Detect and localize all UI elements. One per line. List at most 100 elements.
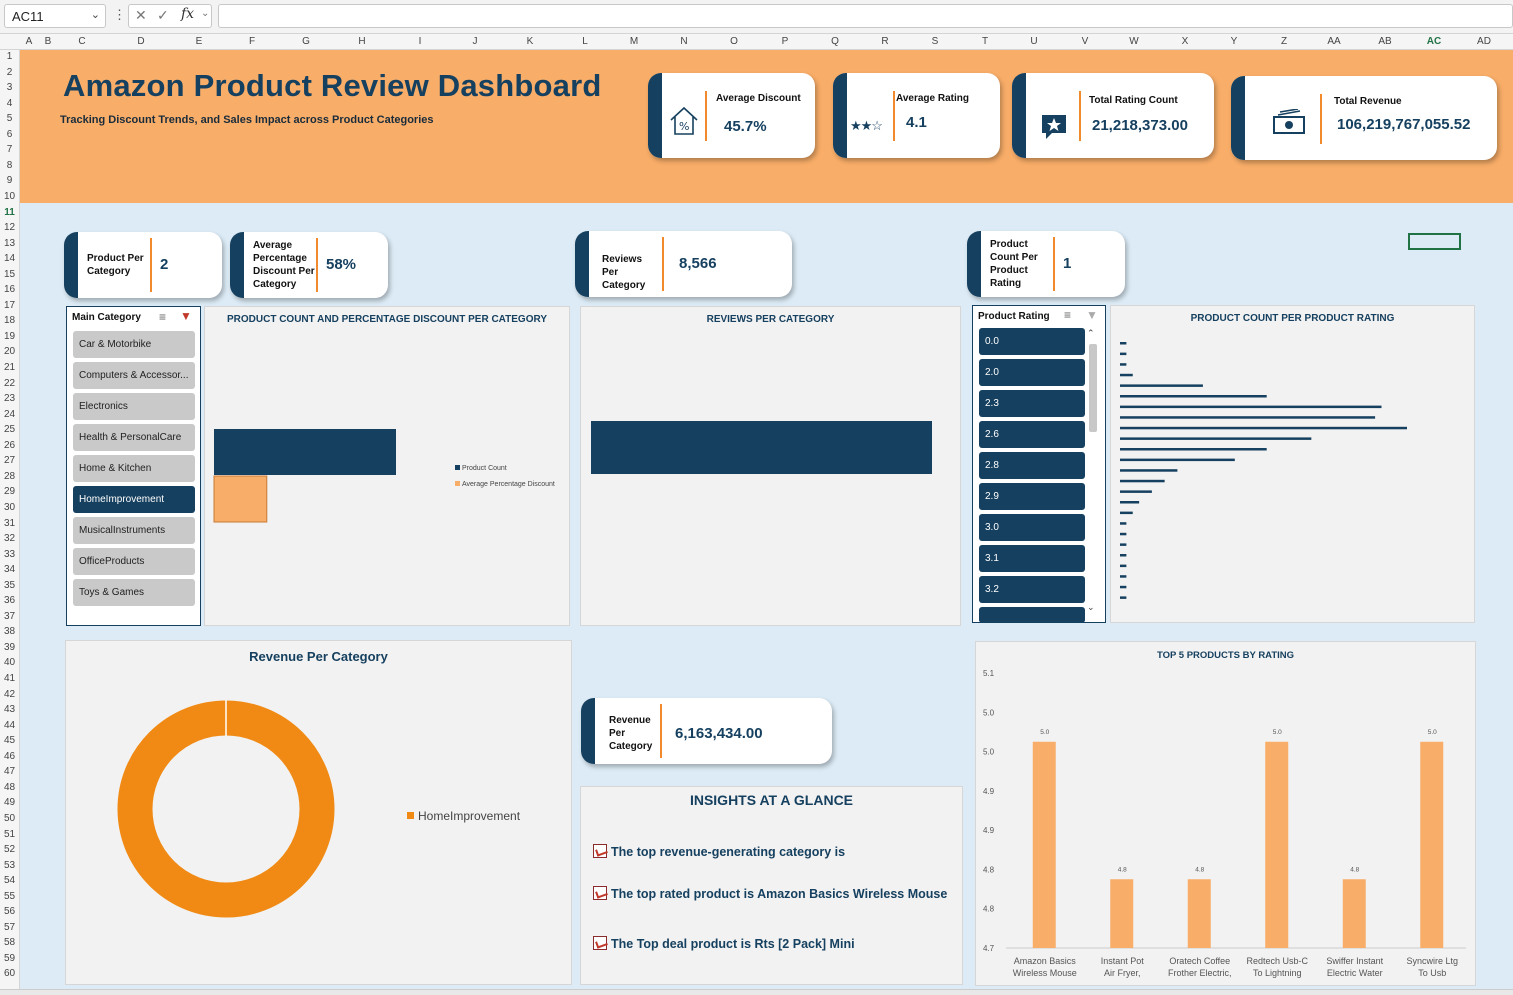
column-header[interactable]: W (1129, 36, 1138, 47)
row-header[interactable]: 33 (0, 549, 19, 560)
row-header[interactable]: 3 (0, 82, 19, 93)
row-header[interactable]: 16 (0, 284, 19, 295)
slicer-item[interactable]: 3.1 (979, 545, 1085, 572)
column-header[interactable]: AA (1327, 36, 1340, 47)
insert-function-icon[interactable]: fx (181, 6, 194, 22)
row-header[interactable]: 50 (0, 813, 19, 824)
row-header[interactable]: 52 (0, 844, 19, 855)
column-header[interactable]: M (630, 36, 638, 47)
slicer-item[interactable]: Toys & Games (73, 579, 195, 606)
slicer-item[interactable]: 0.0 (979, 328, 1085, 355)
row-header[interactable]: 21 (0, 362, 19, 373)
row-header[interactable]: 53 (0, 860, 19, 871)
row-header[interactable]: 2 (0, 67, 19, 78)
column-header[interactable]: J (473, 36, 478, 47)
slicer-item[interactable]: OfficeProducts (73, 548, 195, 575)
slicer-item[interactable]: HomeImprovement (73, 486, 195, 513)
multi-select-icon[interactable]: ≡ (159, 310, 166, 324)
column-header[interactable]: N (680, 36, 687, 47)
column-header[interactable]: K (527, 36, 534, 47)
row-header[interactable]: 40 (0, 657, 19, 668)
more-options-icon[interactable]: ⋮ (113, 7, 126, 23)
column-header[interactable]: L (582, 36, 588, 47)
row-header[interactable]: 58 (0, 937, 19, 948)
clear-filter-icon[interactable]: ▼ (180, 309, 192, 323)
formula-input[interactable] (218, 4, 1513, 28)
slicer-item[interactable]: 2.3 (979, 390, 1085, 417)
column-header[interactable]: D (137, 36, 144, 47)
row-header[interactable]: 35 (0, 580, 19, 591)
row-header[interactable]: 1 (0, 51, 19, 62)
scrollbar-thumb[interactable] (1089, 344, 1097, 432)
column-header[interactable]: B (45, 36, 52, 47)
row-header[interactable]: 17 (0, 300, 19, 311)
column-header[interactable]: U (1030, 36, 1037, 47)
row-header[interactable]: 39 (0, 642, 19, 653)
row-header[interactable]: 34 (0, 564, 19, 575)
column-header[interactable]: Q (831, 36, 839, 47)
row-header[interactable]: 4 (0, 98, 19, 109)
column-header[interactable]: G (302, 36, 310, 47)
confirm-icon[interactable]: ✓ (157, 7, 169, 24)
row-header[interactable]: 51 (0, 829, 19, 840)
slicer-item[interactable]: MusicalInstruments (73, 517, 195, 544)
column-header[interactable]: AB (1378, 36, 1391, 47)
column-header[interactable]: O (730, 36, 738, 47)
column-header[interactable]: F (249, 36, 255, 47)
scroll-up-icon[interactable]: ⌃ (1087, 328, 1095, 339)
row-header[interactable]: 48 (0, 782, 19, 793)
chevron-down-icon[interactable]: ⌄ (201, 8, 209, 19)
row-header[interactable]: 55 (0, 891, 19, 902)
column-header[interactable]: I (419, 36, 422, 47)
row-header[interactable]: 46 (0, 751, 19, 762)
column-header[interactable]: R (881, 36, 888, 47)
row-header[interactable]: 26 (0, 440, 19, 451)
column-header[interactable]: A (26, 36, 33, 47)
name-box[interactable]: AC11 ⌄ (4, 4, 106, 28)
row-header[interactable]: 7 (0, 144, 19, 155)
row-header[interactable]: 41 (0, 673, 19, 684)
row-header[interactable]: 8 (0, 160, 19, 171)
column-header[interactable]: T (982, 36, 988, 47)
multi-select-icon[interactable]: ≡ (1064, 308, 1071, 322)
row-header[interactable]: 31 (0, 518, 19, 529)
row-header[interactable]: 43 (0, 704, 19, 715)
row-header[interactable]: 49 (0, 797, 19, 808)
scroll-down-icon[interactable]: ⌄ (1087, 602, 1095, 613)
slicer-item[interactable]: 2.9 (979, 483, 1085, 510)
row-header[interactable]: 15 (0, 269, 19, 280)
slicer-item-partial[interactable] (979, 607, 1085, 623)
row-header[interactable]: 54 (0, 875, 19, 886)
column-header[interactable]: Y (1231, 36, 1238, 47)
slicer-item[interactable]: 3.0 (979, 514, 1085, 541)
row-header[interactable]: 14 (0, 253, 19, 264)
column-header[interactable]: C (78, 36, 85, 47)
row-header[interactable]: 42 (0, 689, 19, 700)
slicer-item[interactable]: 2.0 (979, 359, 1085, 386)
row-header[interactable]: 19 (0, 331, 19, 342)
row-header[interactable]: 25 (0, 424, 19, 435)
column-header[interactable]: AC (1427, 36, 1441, 47)
row-header[interactable]: 20 (0, 346, 19, 357)
cancel-icon[interactable]: ✕ (135, 7, 147, 24)
slicer-item[interactable]: Electronics (73, 393, 195, 420)
slicer-item[interactable]: Health & PersonalCare (73, 424, 195, 451)
row-header[interactable]: 24 (0, 409, 19, 420)
row-header[interactable]: 11 (0, 207, 19, 218)
slicer-item[interactable]: Computers & Accessor... (73, 362, 195, 389)
row-header[interactable]: 22 (0, 378, 19, 389)
row-header[interactable]: 38 (0, 626, 19, 637)
row-header[interactable]: 44 (0, 720, 19, 731)
clear-filter-icon[interactable]: ▼ (1086, 308, 1098, 322)
row-header[interactable]: 18 (0, 315, 19, 326)
row-header[interactable]: 6 (0, 129, 19, 140)
column-header[interactable]: P (782, 36, 789, 47)
row-header[interactable]: 29 (0, 486, 19, 497)
slicer-item[interactable]: Home & Kitchen (73, 455, 195, 482)
slicer-item[interactable]: Car & Motorbike (73, 331, 195, 358)
row-header[interactable]: 45 (0, 735, 19, 746)
row-header[interactable]: 56 (0, 906, 19, 917)
row-header[interactable]: 12 (0, 222, 19, 233)
column-header[interactable]: E (196, 36, 203, 47)
column-header[interactable]: X (1182, 36, 1189, 47)
